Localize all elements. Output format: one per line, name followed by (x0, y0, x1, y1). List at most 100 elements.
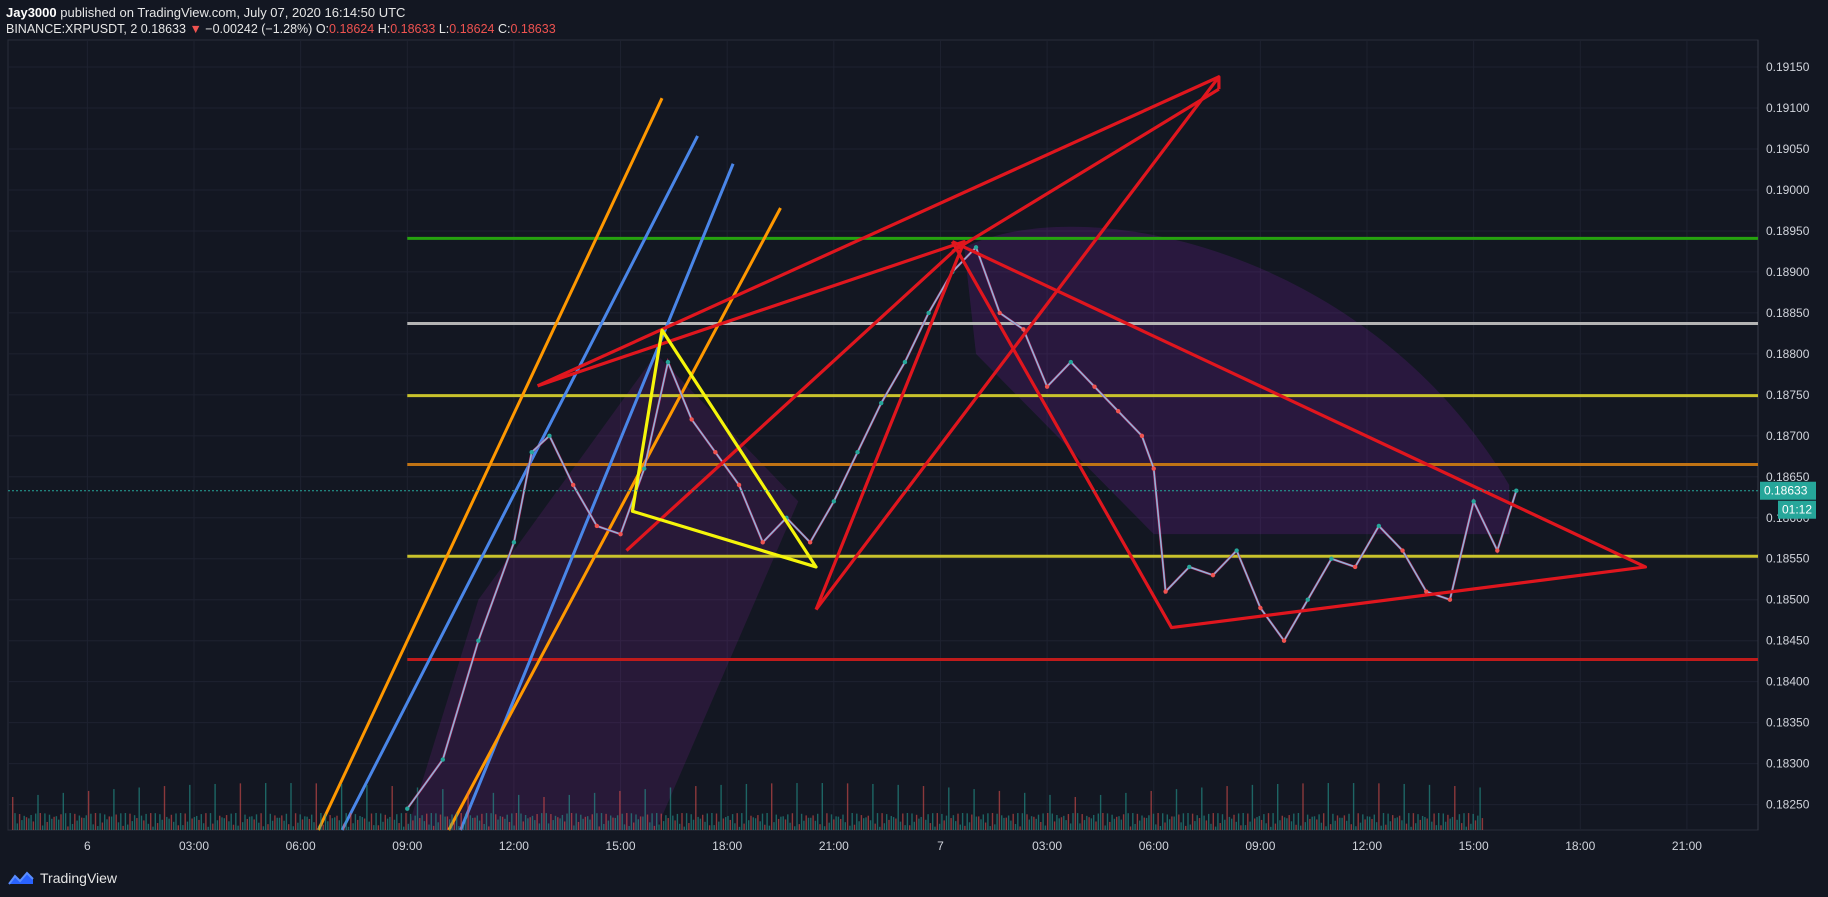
volume-bar (1274, 823, 1277, 830)
y-tick-label: 0.18700 (1766, 429, 1810, 443)
volume-bar (520, 813, 522, 830)
volume-bar (1051, 813, 1053, 830)
volume-bar (1242, 813, 1244, 830)
countdown-label: 01:12 (1782, 503, 1812, 517)
volume-bar (1111, 814, 1113, 830)
volume-bar (94, 813, 97, 830)
volume-bar (826, 813, 828, 830)
volume-bar (1231, 818, 1233, 830)
volume-bar (1132, 813, 1134, 830)
x-tick-label: 18:00 (712, 839, 742, 853)
volume-bar (60, 814, 62, 830)
volume-bar (329, 815, 331, 830)
volume-bar (446, 816, 449, 830)
volume-bar (665, 815, 667, 830)
volume-bar (69, 813, 71, 830)
volume-bar (922, 786, 925, 830)
volume-bar (819, 824, 821, 830)
volume-bar (184, 813, 186, 830)
volume-bar (1235, 821, 1237, 830)
volume-bar (285, 813, 288, 830)
shaded-zone (964, 226, 1510, 535)
volume-bar (67, 826, 69, 830)
volume-bar (113, 789, 115, 830)
volume-bar (807, 817, 810, 830)
volume-bar (78, 815, 81, 830)
volume-bar (147, 823, 150, 830)
volume-bar (492, 792, 495, 830)
volume-bar (391, 786, 393, 830)
volume-bar (1438, 813, 1440, 830)
volume-bar (1403, 783, 1405, 830)
volume-bar (879, 826, 881, 830)
volume-bar (899, 821, 902, 830)
volume-bar (1479, 787, 1481, 830)
volume-bar (352, 823, 354, 830)
volume-bar (536, 814, 538, 830)
volume-bar (265, 783, 267, 830)
volume-bar (1359, 822, 1362, 830)
volume-bar (589, 819, 591, 830)
volume-bar (1396, 817, 1398, 830)
tradingview-logo[interactable]: TradingView (8, 870, 117, 886)
price-point (1305, 597, 1310, 602)
volume-bar (534, 820, 536, 830)
volume-bar (186, 821, 189, 830)
volume-bar (752, 817, 754, 830)
volume-bar (1145, 817, 1148, 830)
volume-bar (483, 823, 485, 830)
volume-bar (1254, 818, 1256, 830)
volume-bar (386, 818, 389, 830)
volume-bar (1258, 815, 1260, 830)
volume-bar (405, 813, 407, 830)
x-tick-label: 06:00 (286, 839, 316, 853)
volume-bar (345, 813, 347, 830)
volume-bar (124, 813, 127, 830)
volume-bar (207, 826, 209, 830)
price-point (1376, 523, 1382, 529)
volume-bar (508, 821, 511, 830)
y-tick-label: 0.19100 (1766, 101, 1810, 115)
volume-bar (1214, 826, 1217, 830)
volume-bar (62, 792, 64, 830)
volume-bar (170, 814, 173, 830)
volume-bar (262, 826, 265, 830)
volume-bar (235, 813, 237, 830)
volume-bar (150, 813, 152, 830)
volume-bar (1474, 820, 1477, 830)
volume-bar (193, 817, 196, 830)
volume-bar (725, 817, 727, 830)
y-tick-label: 0.18650 (1766, 470, 1810, 484)
volume-bar (449, 819, 451, 830)
volume-bar (1323, 813, 1325, 830)
volume-bar (44, 813, 46, 830)
volume-bar (28, 818, 30, 830)
volume-bar (209, 813, 212, 830)
volume-bar (1125, 792, 1127, 830)
volume-bar (136, 818, 138, 830)
volume-bar (338, 820, 340, 830)
volume-bar (221, 817, 223, 830)
price-point (1329, 556, 1334, 561)
volume-bar (1060, 817, 1063, 830)
volume-bar (1327, 783, 1329, 830)
price-point (713, 450, 718, 455)
price-point (807, 540, 813, 545)
volume-bar (421, 815, 423, 830)
volume-bar (1247, 813, 1249, 830)
y-tick-label: 0.19000 (1766, 183, 1810, 197)
volume-bar (635, 814, 637, 830)
volume-bar (621, 813, 623, 830)
volume-bar (637, 819, 639, 830)
volume-bar (957, 813, 959, 830)
volume-bar (129, 813, 131, 830)
volume-bar (745, 783, 748, 830)
volume-bar (12, 797, 14, 830)
price-point (642, 466, 647, 471)
volume-bar (729, 819, 731, 830)
price-chart[interactable]: 6 03:00 06:00 09:00 12:00 15:00 18:00 21:00 7 03:… (0, 0, 1828, 862)
volume-bar (1329, 824, 1332, 830)
volume-bar (959, 824, 961, 830)
volume-bar (1171, 816, 1173, 830)
y-tick-label: 0.18300 (1766, 757, 1810, 771)
